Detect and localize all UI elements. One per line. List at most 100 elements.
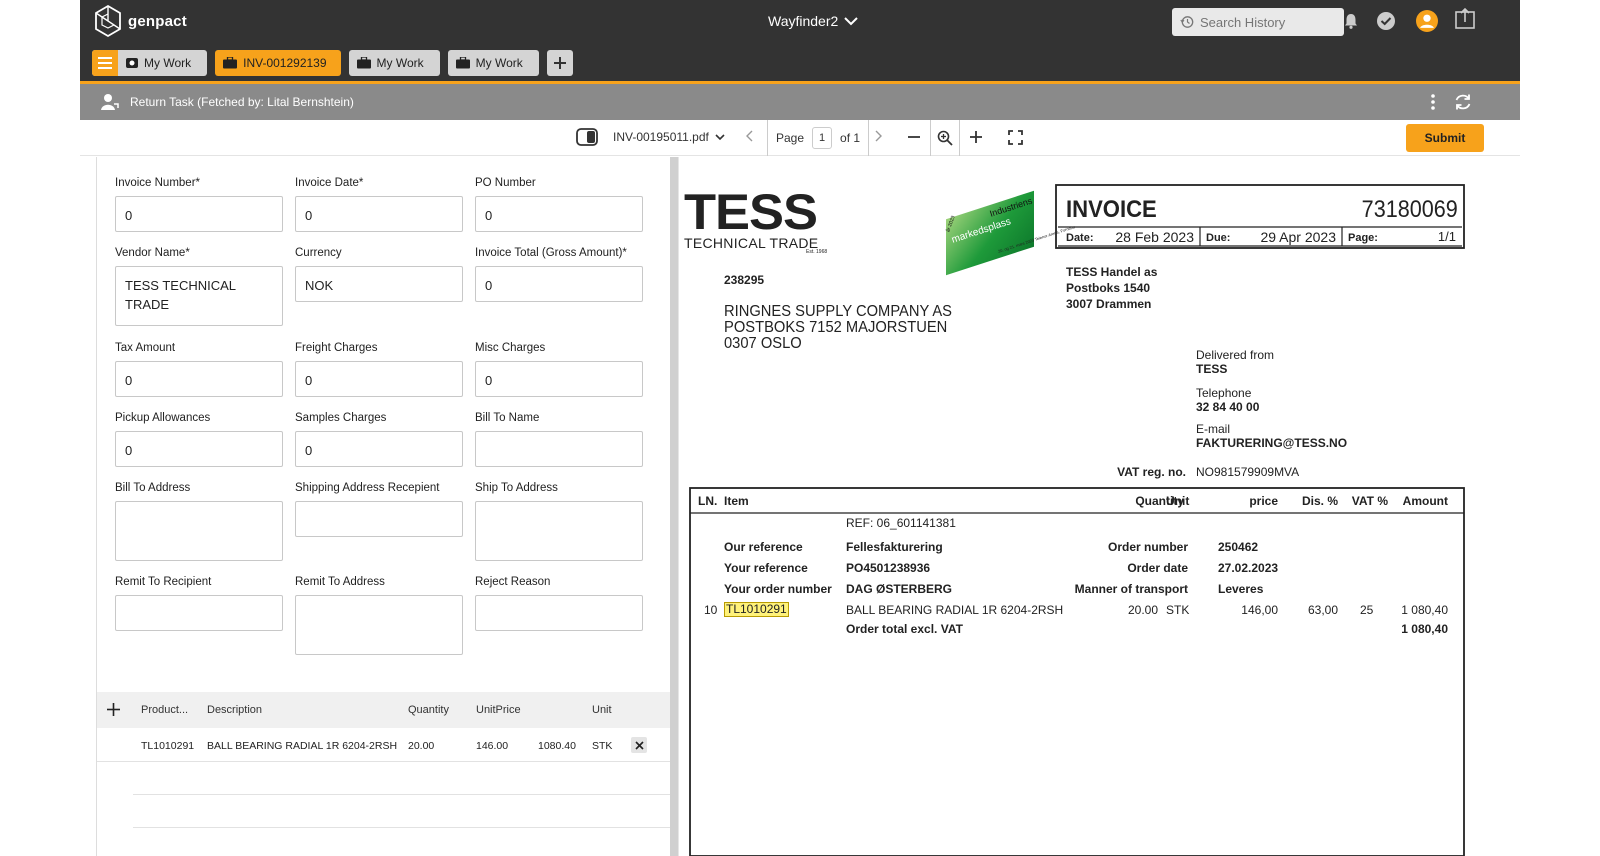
hamburger-menu-icon — [98, 57, 112, 69]
previous-page-button[interactable] — [746, 130, 754, 142]
table-row[interactable]: TL1010291 BALL BEARING RADIAL 1R 6204-2RS… — [97, 728, 671, 762]
search-history-box[interactable] — [1172, 8, 1344, 36]
recipient-line: RINGNES SUPPLY COMPANY AS — [724, 303, 952, 320]
misc-charges-input[interactable]: 0 — [475, 361, 643, 397]
return-user-icon[interactable] — [100, 93, 120, 111]
toggle-sidebar-button[interactable] — [576, 127, 598, 147]
order-number: 250462 — [1218, 540, 1259, 554]
field-invoice-date: Invoice Date* 0 — [295, 177, 463, 232]
table-header: Dis. % — [1301, 494, 1338, 508]
add-tab-button[interactable] — [546, 50, 573, 76]
empty-row[interactable] — [133, 762, 671, 795]
vendor-name-input[interactable]: TESS TECHNICAL TRADE — [115, 266, 283, 326]
chevron-down-icon — [715, 133, 725, 140]
tab-my-work-1[interactable]: My Work — [92, 50, 208, 76]
camera-icon — [126, 58, 138, 68]
column-header-unitprice[interactable]: UnitPrice — [476, 704, 521, 716]
bill-to-name-input[interactable] — [475, 431, 643, 467]
tab-my-work-2[interactable]: My Work — [348, 50, 440, 76]
share-export-icon — [1455, 8, 1475, 29]
phone-number: 32 84 40 00 — [1196, 400, 1260, 414]
zoom-button[interactable] — [930, 120, 960, 156]
zoom-in-button[interactable] — [969, 130, 983, 144]
notifications-button[interactable] — [1340, 10, 1362, 32]
invoice-date-input[interactable]: 0 — [295, 196, 463, 232]
delete-row-button[interactable] — [631, 737, 647, 753]
ship-to-address-input[interactable] — [475, 501, 643, 561]
tax-amount-input[interactable]: 0 — [115, 361, 283, 397]
invoice-form: Invoice Number* 0 Invoice Date* 0 PO Number 0… — [96, 157, 671, 856]
add-line-button[interactable] — [107, 703, 120, 719]
field-label: Ship To Address — [475, 482, 558, 494]
table-header: Amount — [1402, 494, 1448, 508]
your-reference: PO4501238936 — [846, 561, 931, 575]
plus-icon — [553, 57, 566, 69]
field-remit-to-address: Remit To Address — [295, 576, 463, 655]
invoice-number-input[interactable]: 0 — [115, 196, 283, 232]
field-shipping-address-recepient: Shipping Address Recepient — [295, 482, 463, 537]
line-item-code: TL1010291 — [724, 602, 789, 617]
empty-row[interactable] — [133, 795, 671, 828]
user-avatar-icon — [1416, 10, 1438, 32]
column-header-unit[interactable]: Unit — [592, 704, 612, 716]
sender-line: TESS Handel as — [1066, 265, 1158, 279]
sender-line: 3007 Drammen — [1066, 297, 1152, 311]
vat-label: VAT reg. no. — [1117, 465, 1186, 479]
column-header-description[interactable]: Description — [207, 704, 262, 716]
your-order-number: DAG ØSTERBERG — [846, 582, 953, 596]
user-avatar-button[interactable] — [1416, 10, 1438, 32]
search-history-input[interactable] — [1200, 14, 1330, 30]
zoom-out-button[interactable] — [907, 130, 921, 144]
order-number-label: Order number — [1107, 540, 1188, 554]
export-button[interactable] — [1454, 8, 1476, 30]
recipient-line: 0307 OSLO — [724, 335, 802, 352]
menu-button[interactable] — [92, 50, 118, 76]
submit-button[interactable]: Submit — [1406, 124, 1484, 152]
field-label: Bill To Address — [115, 482, 191, 494]
reference-line: REF: 06_601141381 — [846, 516, 956, 530]
delivered-label: Delivered from — [1196, 348, 1275, 362]
freight-charges-input[interactable]: 0 — [295, 361, 463, 397]
table-header: Unit — [1166, 494, 1190, 508]
field-label: Invoice Date* — [295, 177, 364, 189]
file-selector[interactable]: INV-00195011.pdf — [613, 130, 725, 144]
table-header: price — [1249, 494, 1278, 508]
page-navigator: Page 1 of 1 — [767, 120, 870, 156]
app-switcher[interactable]: Wayfinder2 — [768, 13, 859, 29]
bill-to-address-input[interactable] — [115, 501, 283, 561]
check-circle-icon — [1377, 12, 1395, 30]
refresh-button[interactable] — [1453, 92, 1473, 115]
panel-splitter[interactable] — [670, 157, 678, 856]
remit-to-address-input[interactable] — [295, 595, 463, 655]
line-price: 146,00 — [1241, 603, 1278, 617]
shipping-address-recepient-input[interactable] — [295, 501, 463, 537]
transport-label: Manner of transport — [1074, 582, 1188, 596]
tab-my-work-3[interactable]: My Work — [447, 50, 539, 76]
column-header-product[interactable]: Product... — [141, 704, 188, 716]
page-number-input[interactable]: 1 — [812, 127, 833, 149]
pickup-allowances-input[interactable]: 0 — [115, 431, 283, 467]
field-invoice-total-gross-amount: Invoice Total (Gross Amount)* 0 — [475, 247, 643, 302]
tasks-complete-button[interactable] — [1375, 10, 1397, 32]
reject-reason-input[interactable] — [475, 595, 643, 631]
field-label: Vendor Name* — [115, 247, 190, 259]
po-number-input[interactable]: 0 — [475, 196, 643, 232]
plus-icon — [107, 703, 120, 716]
invoice-total-gross-amount-input[interactable]: 0 — [475, 266, 643, 302]
tab-inv-001292139[interactable]: INV-001292139 — [215, 50, 341, 76]
remit-to-recipient-input[interactable] — [115, 595, 283, 631]
close-icon — [634, 740, 644, 750]
refresh-icon — [1455, 94, 1471, 110]
invoice-title: INVOICE — [1066, 196, 1157, 223]
more-options-button[interactable] — [1430, 92, 1436, 115]
currency-input[interactable]: NOK — [295, 266, 463, 302]
samples-charges-input[interactable]: 0 — [295, 431, 463, 467]
next-page-button[interactable] — [874, 130, 882, 142]
field-ship-to-address: Ship To Address — [475, 482, 643, 561]
due-date: 29 Apr 2023 — [1260, 229, 1336, 245]
brand-logo[interactable]: genpact — [94, 4, 187, 38]
fullscreen-button[interactable] — [1008, 130, 1023, 145]
line-description: BALL BEARING RADIAL 1R 6204-2RSH — [846, 603, 1064, 617]
column-header-quantity[interactable]: Quantity — [408, 704, 449, 716]
field-label: Misc Charges — [475, 342, 546, 354]
